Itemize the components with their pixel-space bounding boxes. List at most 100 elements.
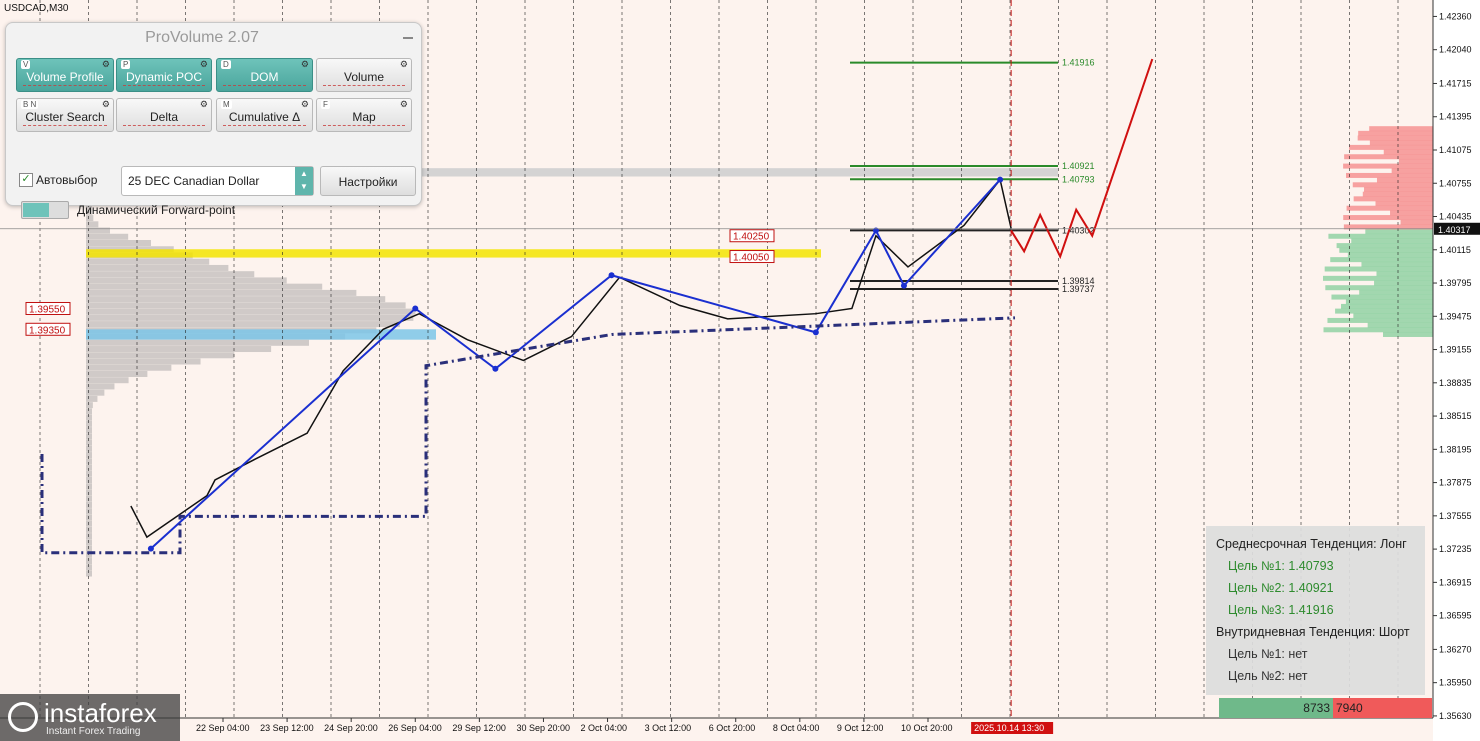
profile-bar [86,233,129,240]
hotkey-badge: F [321,100,330,109]
y-tick-label: 1.41075 [1439,145,1472,155]
volume-buy-value: 8733 [1303,701,1330,715]
x-tick-label: 24 Sep 20:00 [324,723,378,733]
y-tick-label: 1.41395 [1439,112,1472,122]
profile-bar [86,395,98,402]
button-indicator [323,85,405,88]
profile-bar [86,364,172,371]
dom-buy-bar [1339,247,1433,253]
dom-buy-bar [1376,271,1433,277]
dom-buy-bar [1323,275,1433,281]
instrument-select[interactable]: 25 DEC Canadian Dollar ▲ ▼ [121,166,314,196]
zigzag-point [997,176,1004,183]
volume-buy-bar: 8733 [1219,698,1333,718]
price-tag-label: 1.40250 [733,232,770,243]
zigzag-point [147,545,154,552]
zigzag-point [412,305,419,312]
gear-icon[interactable]: ⚙ [102,60,110,69]
x-tick-label: 23 Sep 12:00 [260,723,314,733]
gear-icon[interactable]: ⚙ [400,60,408,69]
x-tick-label: 9 Oct 12:00 [837,723,884,733]
dom-buy-bar [1330,257,1433,263]
dom-sell-bar [1364,186,1433,192]
gear-icon[interactable]: ⚙ [301,60,309,69]
dom-sell-bar [1352,182,1433,188]
profile-bar [86,377,129,384]
profile-bar [86,302,406,309]
x-tick-label: 22 Sep 04:00 [196,723,250,733]
button-indicator [323,125,405,128]
price-tag-label: 1.39550 [29,304,66,315]
gear-icon[interactable]: ⚙ [200,100,208,109]
dom-buy-bar [1347,252,1433,258]
settings-label: Настройки [338,175,398,189]
dom-sell-bar [1357,135,1433,141]
logo-mark-icon [8,702,38,732]
medium-target-1: Цель №1: 1.40793 [1228,559,1334,573]
trend-info-box: Среднесрочная Тенденция: Лонг Цель №1: 1… [1206,526,1425,695]
gear-icon[interactable]: ⚙ [301,100,309,109]
dom-sell-bar [1346,205,1433,211]
dynamic-poc-button[interactable]: P ⚙ Dynamic POC [116,58,212,92]
x-tick-label: 29 Sep 12:00 [452,723,506,733]
gear-icon[interactable]: ⚙ [200,60,208,69]
profile-bar [86,277,287,284]
y-tick-label: 1.36270 [1439,644,1472,654]
dom-buy-bar [1345,299,1433,305]
dom-sell-bar [1375,201,1433,207]
cumulative-button[interactable]: M ⚙ Cumulative Δ [216,98,313,132]
gear-icon[interactable]: ⚙ [102,100,110,109]
spinner-icon[interactable]: ▲ ▼ [295,167,313,195]
hotkey-badge: D [221,60,231,69]
dom-sell-bar [1346,172,1433,178]
button-indicator [123,85,205,88]
button-label: Delta [149,110,178,124]
x-tick-label: 2 Oct 04:00 [581,723,628,733]
hotkey-badge: B N [21,100,39,109]
map-button[interactable]: F ⚙ Map [316,98,412,132]
dom-buy-bar [1383,331,1433,337]
dom-sell-bar [1343,215,1433,221]
profile-bar [86,296,386,303]
button-label: Volume Profile [26,70,104,84]
autoselect-checkbox[interactable]: ✓ [19,173,33,187]
y-tick-label: 1.37875 [1439,478,1472,488]
button-label: DOM [250,70,279,84]
intraday-target-1: Цель №1: нет [1228,647,1308,661]
zigzag-point [812,329,819,336]
button-indicator [223,85,306,88]
delta-button[interactable]: ⚙ Delta [116,98,212,132]
volume-sell-value: 7940 [1336,701,1363,715]
dom-sell-bar [1353,196,1433,202]
dom-buy-bar [1331,294,1433,300]
dom-buy-bar [1353,313,1433,319]
hotkey-badge: M [221,100,232,109]
zigzag-point [608,272,615,279]
toggle-knob [23,203,49,217]
profile-bar [86,240,152,247]
profile-bar [86,352,235,359]
dom-buy-bar [1336,243,1433,249]
volume-button[interactable]: ⚙ Volume [316,58,412,92]
x-tick-label: 26 Sep 04:00 [388,723,442,733]
autoselect-label: Автовыбор [36,173,98,187]
price-tag-label: 1.39350 [29,325,66,336]
button-label: Volume [343,70,385,84]
y-tick-label: 1.35950 [1439,678,1472,688]
dom-button[interactable]: D ⚙ DOM [216,58,313,92]
dom-sell-bar [1400,219,1433,225]
gear-icon[interactable]: ⚙ [400,100,408,109]
y-tick-label: 1.42040 [1439,45,1472,55]
forward-point-toggle[interactable] [21,201,69,219]
settings-button[interactable]: Настройки [320,166,416,196]
cluster-search-button[interactable]: B N ⚙ Cluster Search [16,98,114,132]
dom-sell-bar [1349,144,1433,150]
volume-profile-button[interactable]: V ⚙ Volume Profile [16,58,114,92]
medium-target-2: Цель №2: 1.40921 [1228,581,1334,595]
dom-buy-bar [1323,327,1433,333]
x-tick-label: 30 Sep 20:00 [516,723,570,733]
button-label: Dynamic POC [125,70,202,84]
poc-band-yellow [86,249,821,258]
y-tick-label: 1.40435 [1439,212,1472,222]
minimize-icon[interactable] [403,37,413,39]
